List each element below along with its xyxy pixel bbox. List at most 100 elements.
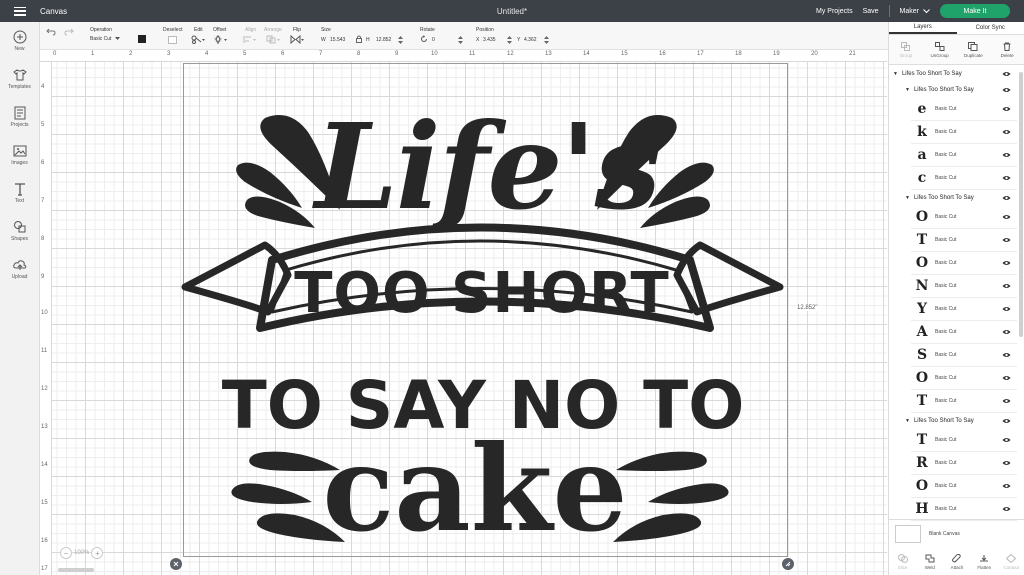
top-right-actions: My Projects Save Maker Make It [816, 0, 1010, 22]
caret-down-icon[interactable]: ▼ [905, 418, 910, 424]
group-button[interactable]: Group [889, 35, 923, 64]
blank-canvas-row[interactable]: Blank Canvas [889, 519, 1024, 547]
delete-button[interactable]: Delete [990, 35, 1024, 64]
eye-icon[interactable] [1002, 398, 1011, 404]
sidebar-item-upload[interactable]: Upload [0, 250, 39, 288]
x-input[interactable]: 3.435 [483, 37, 496, 43]
caret-down-icon[interactable]: ▼ [893, 71, 898, 77]
rotate-input[interactable]: 0 [432, 37, 435, 43]
layer-item[interactable]: a Basic Cut [911, 144, 1017, 167]
eye-icon[interactable] [1002, 483, 1011, 489]
layer-thumbnail: c [917, 170, 927, 186]
width-input[interactable]: 15.543 [330, 37, 345, 43]
eye-icon[interactable] [1002, 437, 1011, 443]
contour-button[interactable]: Contour [998, 545, 1024, 575]
eye-icon[interactable] [1002, 175, 1011, 181]
eye-icon[interactable] [1002, 152, 1011, 158]
delete-handle[interactable] [170, 558, 182, 570]
duplicate-button[interactable]: Duplicate [957, 35, 991, 64]
eye-icon[interactable] [1002, 260, 1011, 266]
sidebar-item-templates[interactable]: Templates [0, 60, 39, 98]
eye-icon[interactable] [1002, 352, 1011, 358]
caret-down-icon[interactable]: ▼ [905, 195, 910, 201]
eye-icon[interactable] [1002, 418, 1011, 424]
sidebar-item-new[interactable]: New [0, 22, 39, 60]
edit-icon[interactable] [191, 35, 205, 46]
slice-button[interactable]: Slice [889, 545, 916, 575]
tab-color-sync[interactable]: Color Sync [957, 22, 1024, 34]
eye-icon[interactable] [1002, 106, 1011, 112]
eye-icon[interactable] [1002, 87, 1011, 93]
eye-icon[interactable] [1002, 329, 1011, 335]
layer-group[interactable]: ▼ Lifes Too Short To Say [889, 190, 1017, 206]
layer-item[interactable]: O Basic Cut [911, 206, 1017, 229]
layer-item[interactable]: R Basic Cut [911, 452, 1017, 475]
layer-item[interactable]: O Basic Cut [911, 475, 1017, 498]
x-stepper[interactable] [507, 36, 512, 46]
layers-scrollbar[interactable] [1019, 72, 1023, 337]
layer-item[interactable]: k Basic Cut [911, 121, 1017, 144]
eye-icon[interactable] [1002, 237, 1011, 243]
layer-item[interactable]: e Basic Cut [911, 98, 1017, 121]
weld-button[interactable]: Weld [916, 545, 943, 575]
eye-icon[interactable] [1002, 283, 1011, 289]
deselect-button[interactable] [168, 36, 177, 44]
horizontal-scrollbar[interactable] [58, 568, 94, 572]
layer-item[interactable]: O Basic Cut [911, 367, 1017, 390]
flip-icon[interactable] [290, 34, 306, 46]
y-stepper[interactable] [544, 36, 549, 46]
design-artwork[interactable]: Life's TOO SHORT TO SAY NO TO cake [40, 50, 887, 575]
zoom-in-button[interactable]: + [91, 547, 104, 559]
eye-icon[interactable] [1002, 129, 1011, 135]
layer-item[interactable]: T Basic Cut [911, 429, 1017, 452]
layer-item[interactable]: Y Basic Cut [911, 298, 1017, 321]
y-input[interactable]: 4.362 [524, 37, 537, 43]
height-stepper[interactable] [398, 36, 403, 46]
layer-item[interactable]: S Basic Cut [911, 344, 1017, 367]
eye-icon[interactable] [1002, 214, 1011, 220]
undo-icon[interactable] [46, 28, 56, 38]
layer-item[interactable]: O Basic Cut [911, 252, 1017, 275]
resize-handle[interactable] [782, 558, 794, 570]
layer-group[interactable]: ▼ Lifes Too Short To Say [889, 413, 1017, 429]
save-button[interactable]: Save [863, 8, 879, 15]
menu-icon[interactable] [14, 6, 26, 16]
flatten-button[interactable]: Flatten [971, 545, 998, 575]
eye-icon[interactable] [1002, 506, 1011, 512]
operation-select[interactable]: Basic Cut [90, 36, 121, 42]
rotate-stepper[interactable] [458, 36, 463, 46]
layer-group[interactable]: ▼ Lifes Too Short To Say [889, 82, 1017, 98]
layer-item[interactable]: A Basic Cut [911, 321, 1017, 344]
delete-label: Delete [1000, 52, 1014, 58]
height-input[interactable]: 12.852 [376, 37, 391, 43]
sidebar-item-projects[interactable]: Projects [0, 98, 39, 136]
attach-button[interactable]: Attach [943, 545, 970, 575]
layer-item[interactable]: H Basic Cut [911, 498, 1017, 521]
layer-item[interactable]: T Basic Cut [911, 390, 1017, 413]
layer-item[interactable]: N Basic Cut [911, 275, 1017, 298]
color-swatch[interactable] [138, 35, 146, 43]
zoom-out-button[interactable]: − [60, 547, 72, 559]
eye-icon[interactable] [1002, 460, 1011, 466]
canvas-color-swatch[interactable] [895, 524, 921, 543]
my-projects-link[interactable]: My Projects [816, 8, 853, 15]
layer-item[interactable]: c Basic Cut [911, 167, 1017, 190]
eye-icon[interactable] [1002, 71, 1011, 77]
design-canvas[interactable]: 0 1 2 3 4 5 6 7 8 9 10 11 12 13 14 15 16… [40, 50, 887, 575]
layer-group-root[interactable]: ▼ Lifes Too Short To Say [889, 66, 1017, 82]
eye-icon[interactable] [1002, 375, 1011, 381]
sidebar-item-text[interactable]: Text [0, 174, 39, 212]
sidebar-item-images[interactable]: Images [0, 136, 39, 174]
redo-icon[interactable] [64, 28, 74, 38]
sidebar-item-shapes[interactable]: Shapes [0, 212, 39, 250]
layer-item[interactable]: T Basic Cut [911, 229, 1017, 252]
tab-layers[interactable]: Layers [889, 22, 957, 34]
eye-icon[interactable] [1002, 195, 1011, 201]
make-it-button[interactable]: Make It [940, 4, 1010, 18]
lock-icon[interactable] [356, 35, 362, 45]
caret-down-icon[interactable]: ▼ [905, 87, 910, 93]
eye-icon[interactable] [1002, 306, 1011, 312]
offset-icon[interactable] [213, 34, 229, 46]
ungroup-button[interactable]: UnGroup [923, 35, 957, 64]
machine-select[interactable]: Maker [900, 8, 930, 15]
